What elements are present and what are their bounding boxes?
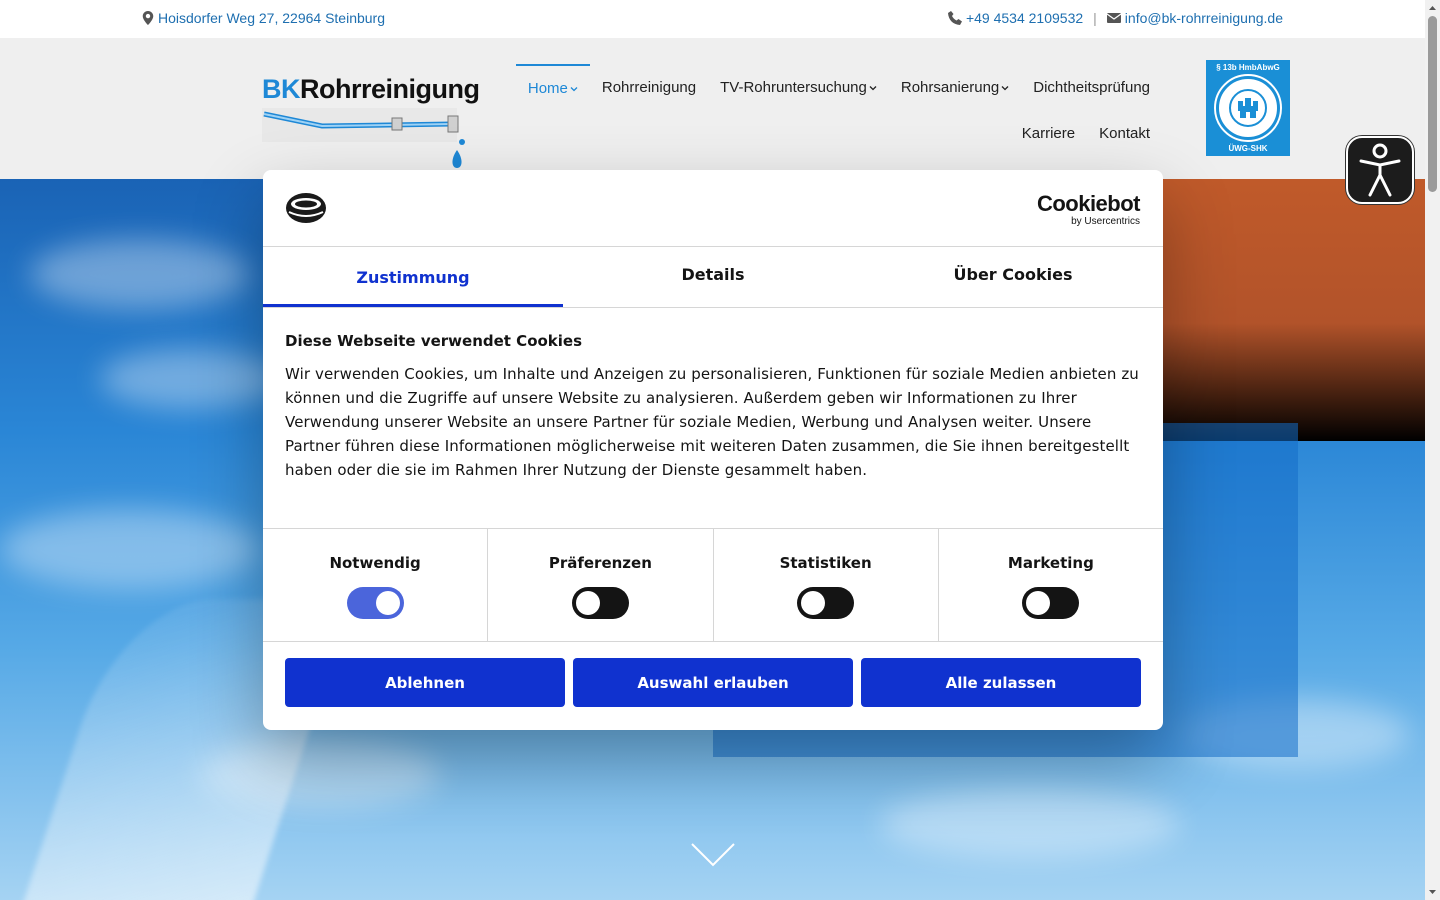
logo-wordmark: BKRohrreinigung: [262, 74, 480, 105]
toggle-marketing[interactable]: [1022, 587, 1080, 619]
certification-seal[interactable]: § 13b HmbAbwG ÜWG-SHK: [1206, 60, 1290, 156]
page-scrollbar[interactable]: [1425, 0, 1440, 900]
dialog-header: Cookiebot by Usercentrics: [263, 170, 1163, 247]
dialog-body: Diese Webseite verwendet Cookies Wir ver…: [285, 332, 1141, 482]
nav-label-kontakt: Kontakt: [1099, 125, 1150, 142]
phone-link[interactable]: +49 4534 2109532: [966, 10, 1083, 26]
envelope-icon: [1106, 13, 1121, 23]
consent-marketing: Marketing: [937, 529, 1163, 641]
dialog-tabs: Zustimmung Details Über Cookies: [263, 247, 1163, 308]
allow-selection-button[interactable]: Auswahl erlauben: [573, 658, 853, 707]
chevron-down-icon: [869, 85, 877, 90]
nav-item-rohrreinigung[interactable]: Rohrreinigung: [590, 64, 708, 111]
chevron-down-icon: [570, 86, 578, 91]
site-logo[interactable]: BKRohrreinigung: [262, 74, 480, 182]
hero-pipe-image: [1155, 179, 1425, 441]
logo-name: Rohrreinigung: [300, 74, 480, 104]
hero-cloud: [880, 789, 1180, 859]
nav-row-secondary: Karriere Kontakt: [512, 111, 1162, 156]
consent-label: Präferenzen: [548, 554, 652, 572]
consent-praeferenzen: Präferenzen: [487, 529, 712, 641]
scrollbar-thumb[interactable]: [1428, 16, 1437, 192]
toggle-praeferenzen[interactable]: [571, 587, 629, 619]
dialog-description: Wir verwenden Cookies, um Inhalte und An…: [285, 365, 1139, 479]
decline-button[interactable]: Ablehnen: [285, 658, 565, 707]
nav-label-rohrreinigung: Rohrreinigung: [601, 79, 697, 96]
consent-statistiken: Statistiken: [712, 529, 938, 641]
seal-emblem: [1214, 74, 1282, 142]
nav-item-kontakt[interactable]: Kontakt: [1087, 111, 1162, 156]
toggle-knob: [575, 591, 600, 615]
cookiebot-logo-icon: [286, 193, 326, 223]
nav-label-tv-rohruntersuchung: TV-Rohruntersuchung: [720, 79, 867, 96]
cookie-consent-dialog: Cookiebot by Usercentrics Zustimmung Det…: [263, 170, 1163, 730]
toggle-statistiken[interactable]: [797, 587, 855, 619]
email-link[interactable]: info@bk-rohrreinigung.de: [1125, 10, 1283, 26]
nav-item-home[interactable]: Home: [515, 64, 590, 111]
scroll-up-arrow-icon[interactable]: [1428, 3, 1437, 13]
cookiebot-brand[interactable]: Cookiebot by Usercentrics: [1036, 191, 1141, 228]
main-nav: Home Rohrreinigung TV-Rohruntersuchung R…: [512, 64, 1162, 156]
seal-top-text: § 13b HmbAbwG: [1216, 63, 1280, 72]
scroll-down-chevron-icon[interactable]: [690, 841, 736, 869]
logo-prefix: BK: [262, 74, 301, 104]
consent-notwendig: Notwendig: [263, 529, 487, 641]
accessibility-button[interactable]: [1346, 136, 1414, 204]
nav-label-home: Home: [527, 80, 568, 97]
nav-item-karriere[interactable]: Karriere: [1010, 111, 1087, 156]
nav-item-tv-rohruntersuchung[interactable]: TV-Rohruntersuchung: [708, 64, 889, 111]
allow-all-button[interactable]: Alle zulassen: [861, 658, 1141, 707]
dialog-title: Diese Webseite verwendet Cookies: [285, 332, 583, 350]
logo-pipe-graphic: [262, 108, 465, 168]
contact-separator: |: [1093, 10, 1097, 26]
chevron-down-icon: [1001, 85, 1009, 90]
nav-item-rohrsanierung[interactable]: Rohrsanierung: [889, 64, 1021, 111]
toggle-knob: [1026, 591, 1051, 615]
phone-icon: [947, 11, 962, 25]
hero-cloud: [100, 349, 280, 409]
seal-bottom-text: ÜWG-SHK: [1228, 144, 1268, 153]
address-text: Hoisdorfer Weg 27, 22964 Steinburg: [158, 10, 385, 26]
tab-details[interactable]: Details: [563, 247, 863, 307]
tab-zustimmung[interactable]: Zustimmung: [263, 247, 563, 307]
toggle-knob: [801, 591, 826, 615]
nav-row-primary: Home Rohrreinigung TV-Rohruntersuchung R…: [512, 64, 1162, 111]
hero-cloud: [0, 509, 260, 589]
nav-item-dichtheitspruefung[interactable]: Dichtheitsprüfung: [1021, 64, 1162, 111]
cookiebot-brand-name: Cookiebot: [1036, 191, 1141, 216]
consent-label: Notwendig: [329, 554, 421, 572]
nav-label-rohrsanierung: Rohrsanierung: [900, 79, 1000, 96]
hero-cloud: [30, 239, 250, 309]
nav-label-karriere: Karriere: [1021, 125, 1076, 142]
accessibility-person-icon: [1359, 143, 1401, 197]
nav-label-dichtheitspruefung: Dichtheitsprüfung: [1033, 79, 1150, 96]
tab-ueber-cookies[interactable]: Über Cookies: [863, 247, 1163, 307]
cookiebot-brand-sub: by Usercentrics: [1071, 216, 1140, 227]
toggle-notwendig[interactable]: [346, 587, 404, 619]
scroll-down-arrow-icon[interactable]: [1428, 887, 1437, 897]
consent-label: Marketing: [1007, 554, 1094, 572]
site-header: BKRohrreinigung Home Rohrreinigung TV-Ro…: [0, 38, 1425, 179]
consent-categories: Notwendig Präferenzen Statistiken Market…: [263, 528, 1163, 642]
contact-info: +49 4534 2109532 | info@bk-rohrreinigung…: [947, 10, 1283, 26]
address[interactable]: Hoisdorfer Weg 27, 22964 Steinburg: [142, 10, 385, 26]
toggle-knob: [375, 591, 400, 615]
map-marker-icon: [142, 11, 154, 25]
topbar: Hoisdorfer Weg 27, 22964 Steinburg +49 4…: [0, 0, 1425, 38]
hamburg-crest-icon: [1229, 89, 1267, 127]
dialog-buttons: Ablehnen Auswahl erlauben Alle zulassen: [285, 658, 1141, 707]
consent-label: Statistiken: [779, 554, 872, 572]
